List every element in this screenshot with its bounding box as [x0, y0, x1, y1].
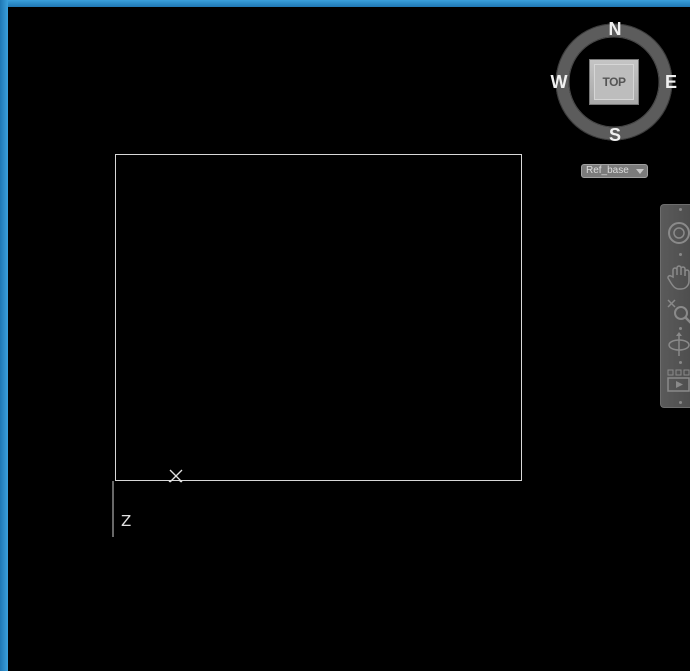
coordinate-system-label: Ref_base: [586, 165, 629, 176]
window-frame-left: [0, 0, 8, 671]
navigation-bar: [660, 204, 690, 408]
compass-south[interactable]: S: [605, 126, 625, 144]
compass-east[interactable]: E: [661, 73, 681, 91]
viewcube-face-label: TOP: [594, 64, 634, 100]
steering-wheel-icon[interactable]: [662, 215, 690, 251]
compass-west[interactable]: W: [549, 73, 569, 91]
zoom-extents-icon[interactable]: [662, 293, 690, 329]
viewcube-face-top[interactable]: TOP: [589, 59, 639, 105]
drawing-viewport[interactable]: Z N S W E TOP Ref_base: [8, 7, 690, 671]
ucs-x-marker: [169, 469, 183, 483]
showmotion-icon[interactable]: [662, 363, 690, 399]
navbar-grip-top: [679, 208, 682, 211]
window-frame-top: [0, 0, 690, 7]
ucs-z-label: Z: [121, 512, 132, 530]
navbar-grip-bottom: [679, 401, 682, 404]
pan-hand-icon[interactable]: [662, 259, 690, 295]
compass-north[interactable]: N: [605, 20, 625, 38]
navbar-dropdown-dot[interactable]: [679, 253, 682, 256]
orbit-icon[interactable]: [662, 327, 690, 363]
ucs-icon: Z: [112, 481, 182, 537]
coordinate-system-menu[interactable]: Ref_base: [581, 164, 648, 178]
viewcube[interactable]: N S W E TOP: [548, 18, 682, 148]
chevron-down-icon: [636, 168, 644, 174]
rectangle-geometry[interactable]: [115, 154, 522, 481]
